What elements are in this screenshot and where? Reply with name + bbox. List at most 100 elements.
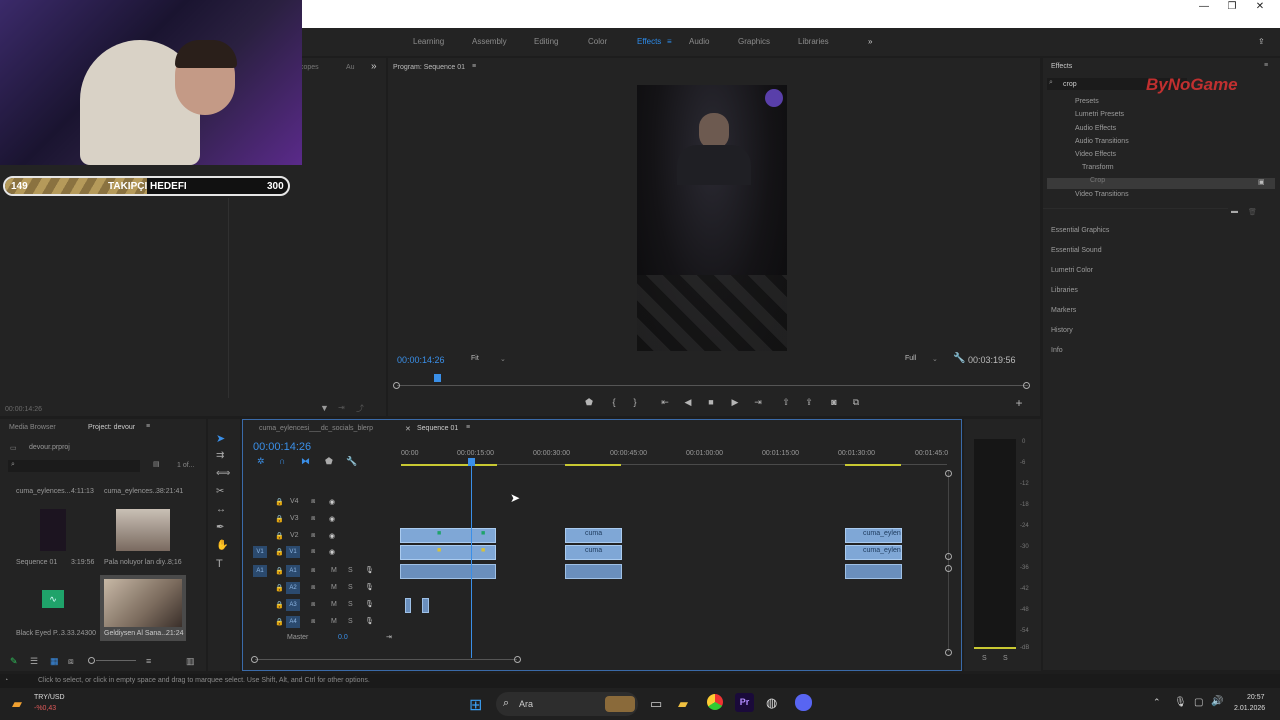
solo-right-button[interactable]: S — [1003, 655, 1008, 662]
audio-clip[interactable] — [565, 564, 622, 579]
go-to-in-icon[interactable]: ⇤ — [658, 397, 672, 408]
track-label[interactable]: A3 — [286, 599, 300, 611]
share-icon[interactable]: ⇪ — [1258, 37, 1265, 46]
section-lumetri-color[interactable]: Lumetri Color — [1051, 267, 1093, 274]
track-label[interactable]: V1 — [286, 546, 300, 558]
source-patch-v1[interactable]: V1 — [253, 546, 267, 558]
project-item-name[interactable]: cuma_eylences... — [16, 488, 70, 495]
delete-icon[interactable]: 🗑 — [1248, 208, 1257, 216]
step-forward-icon[interactable]: ▶ — [728, 397, 742, 408]
add-marker-icon[interactable]: ⬟ — [582, 397, 596, 408]
lock-icon[interactable]: 🔒 — [275, 567, 284, 575]
timeline-timecode[interactable]: 00:00:14:26 — [253, 441, 311, 453]
effects-search-input[interactable]: crop — [1063, 81, 1077, 88]
hand-tool-icon[interactable]: ✋ — [216, 540, 228, 551]
more-workspaces-icon[interactable]: » — [868, 37, 872, 46]
camera-icon[interactable]: ◙ — [827, 397, 841, 407]
extract-icon[interactable]: ⇪ — [802, 397, 816, 408]
tab-color[interactable]: Color — [588, 37, 607, 46]
clock-time[interactable]: 20:57 — [1247, 694, 1265, 701]
tab-libraries[interactable]: Libraries — [798, 37, 829, 46]
tab-media-browser[interactable]: Media Browser — [9, 424, 56, 431]
lock-icon[interactable]: 🔒 — [275, 548, 284, 556]
sequence-thumbnail[interactable] — [40, 509, 66, 551]
timeline-scrollbar[interactable] — [255, 659, 517, 660]
project-item-name[interactable]: cuma_eylences... — [104, 488, 158, 495]
sync-icon[interactable]: ⧈ — [311, 515, 315, 523]
pencil-icon[interactable]: ✎ — [10, 656, 18, 667]
project-item-name[interactable]: Black Eyed P... — [16, 630, 63, 637]
app-icon[interactable]: ◍ — [766, 695, 777, 711]
vscroll-handle[interactable] — [945, 565, 952, 572]
tab-learning[interactable]: Learning — [413, 37, 444, 46]
scroll-start-handle[interactable] — [251, 656, 258, 663]
stop-icon[interactable]: ■ — [704, 397, 718, 407]
zoom-slider-handle[interactable] — [88, 657, 95, 664]
section-essential-sound[interactable]: Essential Sound — [1051, 247, 1102, 254]
track-select-tool-icon[interactable]: ⇉ — [216, 450, 224, 461]
new-bin-icon[interactable]: ▬ — [1231, 208, 1238, 215]
tab-audio[interactable]: Audio — [689, 37, 709, 46]
vscroll-handle[interactable] — [945, 553, 952, 560]
audio-clip[interactable] — [405, 598, 411, 613]
section-libraries[interactable]: Libraries — [1051, 287, 1078, 294]
razor-tool-icon[interactable]: ✂ — [216, 486, 224, 497]
section-info[interactable]: Info — [1051, 347, 1063, 354]
sync-icon[interactable]: ⧈ — [311, 548, 315, 556]
eye-icon[interactable]: ◉ — [329, 532, 335, 540]
clip-thumbnail[interactable] — [116, 509, 170, 551]
slip-tool-icon[interactable]: ↔ — [216, 504, 226, 515]
tab-audio-clip-mixer[interactable]: Au — [346, 64, 355, 71]
maximize-button[interactable]: ❐ — [1218, 0, 1246, 14]
scrub-end-handle[interactable] — [1023, 382, 1030, 389]
fit-dropdown[interactable]: Fit — [471, 355, 479, 362]
lift-icon[interactable]: ⇧ — [779, 397, 793, 408]
zoom-slider[interactable] — [96, 660, 136, 661]
vscroll-handle[interactable] — [945, 470, 952, 477]
icon-view-icon[interactable]: ▦ — [50, 656, 59, 667]
tray-chevron-icon[interactable]: ⌃ — [1153, 697, 1161, 708]
tab-assembly[interactable]: Assembly — [472, 37, 507, 46]
pen-tool-icon[interactable]: ✒ — [216, 522, 224, 533]
scroll-end-handle[interactable] — [514, 656, 521, 663]
section-markers[interactable]: Markers — [1051, 307, 1076, 314]
tree-audio-transitions[interactable]: Audio Transitions — [1075, 138, 1129, 145]
program-menu-icon[interactable]: ≡ — [472, 63, 476, 70]
timeline-marker-icon[interactable]: ⬟ — [325, 456, 333, 467]
display-icon[interactable]: ▢ — [1194, 697, 1203, 708]
tree-video-transitions[interactable]: Video Transitions — [1075, 191, 1129, 198]
sync-icon[interactable]: ⧈ — [311, 532, 315, 540]
mic-icon[interactable]: 🎙 — [365, 566, 374, 574]
sync-icon[interactable]: ⧈ — [311, 498, 315, 506]
ripple-edit-tool-icon[interactable]: ⟺ — [216, 468, 230, 479]
go-to-out-icon[interactable]: ⇥ — [751, 397, 765, 408]
clip-thumbnail[interactable] — [104, 579, 182, 627]
panel-overflow-icon[interactable]: » — [371, 61, 377, 72]
project-item-name[interactable]: Pala noluyor lan diy... — [104, 559, 170, 566]
source-patch-a1[interactable]: A1 — [253, 565, 267, 577]
lock-icon[interactable]: 🔒 — [275, 601, 284, 609]
linked-selection-icon[interactable]: ⧓ — [301, 456, 310, 467]
eye-icon[interactable]: ◉ — [329, 498, 335, 506]
lock-icon[interactable]: 🔒 — [275, 498, 284, 506]
snap-icon[interactable]: ∩ — [279, 456, 285, 466]
add-button-icon[interactable]: + — [1012, 396, 1026, 410]
project-item-name[interactable]: Geldiysen Al Sana... — [104, 630, 167, 637]
step-back-icon[interactable]: ◀ — [681, 397, 695, 408]
project-item-name[interactable]: Sequence 01 — [16, 559, 57, 566]
solo-button[interactable]: S — [348, 584, 353, 591]
tree-presets[interactable]: Presets — [1075, 98, 1099, 105]
sync-icon[interactable]: ⧈ — [311, 567, 315, 575]
tab-scopes[interactable]: copes — [300, 64, 319, 71]
tab-editing[interactable]: Editing — [534, 37, 558, 46]
close-tab-icon[interactable]: ✕ — [405, 425, 411, 433]
timeline-tab-2[interactable]: Sequence 01 — [417, 425, 458, 432]
mark-out-icon[interactable]: } — [628, 397, 642, 407]
lock-icon[interactable]: 🔒 — [275, 618, 284, 626]
taskbar-search-input[interactable]: Ara — [519, 699, 533, 709]
solo-button[interactable]: S — [348, 618, 353, 625]
tree-crop[interactable]: Crop — [1090, 177, 1105, 184]
section-history[interactable]: History — [1051, 327, 1073, 334]
fit-chevron-icon[interactable]: ⌄ — [500, 355, 506, 363]
mute-button[interactable]: M — [331, 601, 337, 608]
